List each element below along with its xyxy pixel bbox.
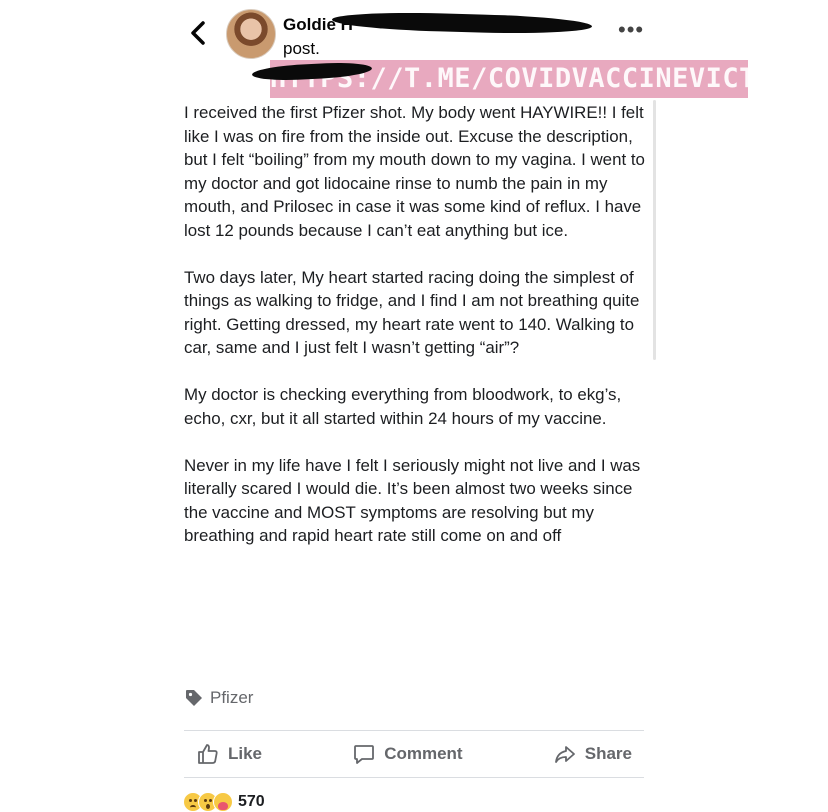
- post-paragraph: I received the first Pfizer shot. My bod…: [184, 103, 645, 240]
- comment-icon: [354, 745, 375, 764]
- scrollbar[interactable]: [653, 100, 656, 360]
- share-label: Share: [584, 744, 632, 763]
- post-paragraph: Never in my life have I felt I seriously…: [184, 455, 641, 546]
- back-button[interactable]: [186, 18, 212, 48]
- comment-button[interactable]: Comment: [340, 742, 474, 766]
- thumbs-up-icon: [198, 744, 218, 764]
- post-actions-bar: Like Comment Share: [184, 732, 644, 776]
- chevron-left-icon: [191, 21, 205, 45]
- like-label: Like: [228, 744, 263, 763]
- like-button[interactable]: Like: [184, 742, 274, 766]
- post-body: I received the first Pfizer shot. My bod…: [184, 101, 648, 548]
- author-avatar[interactable]: [226, 9, 276, 59]
- post-tag[interactable]: Pfizer: [184, 688, 253, 708]
- post-header-suffix: post.: [283, 39, 320, 58]
- care-reaction-icon: [213, 792, 233, 812]
- reactions-summary[interactable]: 570: [183, 792, 265, 812]
- reaction-count: 570: [238, 793, 265, 810]
- tag-icon: [184, 688, 204, 708]
- tag-label: Pfizer: [210, 688, 254, 707]
- more-options-button[interactable]: •••: [618, 19, 644, 41]
- post-paragraph: My doctor is checking everything from bl…: [184, 385, 622, 428]
- share-button[interactable]: Share: [541, 742, 644, 766]
- redaction-mark: [331, 10, 593, 36]
- post-paragraph: Two days later, My heart started racing …: [184, 267, 640, 358]
- divider: [184, 730, 644, 731]
- divider: [184, 777, 644, 778]
- comment-label: Comment: [384, 744, 463, 763]
- share-icon: [554, 746, 575, 763]
